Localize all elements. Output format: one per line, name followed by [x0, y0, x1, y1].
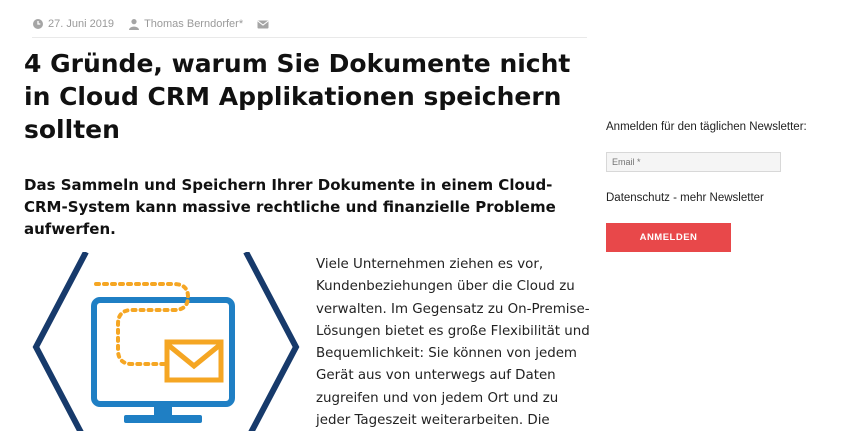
post-author[interactable]: Thomas Berndorfer* [128, 18, 243, 30]
subscribe-button[interactable]: ANMELDEN [606, 223, 731, 252]
post-date: 27. Juni 2019 [32, 18, 114, 30]
article-subtitle: Das Sammeln und Speichern Ihrer Dokument… [24, 176, 556, 238]
article-title: 4 Gründe, warum Sie Dokumente nicht in C… [24, 49, 571, 144]
mail-icon[interactable] [257, 18, 269, 30]
email-input[interactable] [606, 152, 781, 172]
privacy-link[interactable]: Datenschutz - mehr Newsletter [606, 192, 764, 204]
share-email[interactable] [257, 18, 269, 30]
user-icon [129, 19, 140, 30]
post-date-text: 27. Juni 2019 [48, 18, 115, 30]
post-author-text[interactable]: Thomas Berndorfer* [144, 18, 243, 30]
newsletter-label: Anmelden für den täglichen Newsletter: [606, 121, 807, 133]
post-meta: 27. Juni 2019 Thomas Berndorfer* [32, 18, 587, 38]
article-body: Viele Unternehmen ziehen es vor, Kundenb… [316, 257, 590, 429]
clock-icon [33, 19, 43, 29]
monitor-envelope-icon [32, 252, 300, 431]
